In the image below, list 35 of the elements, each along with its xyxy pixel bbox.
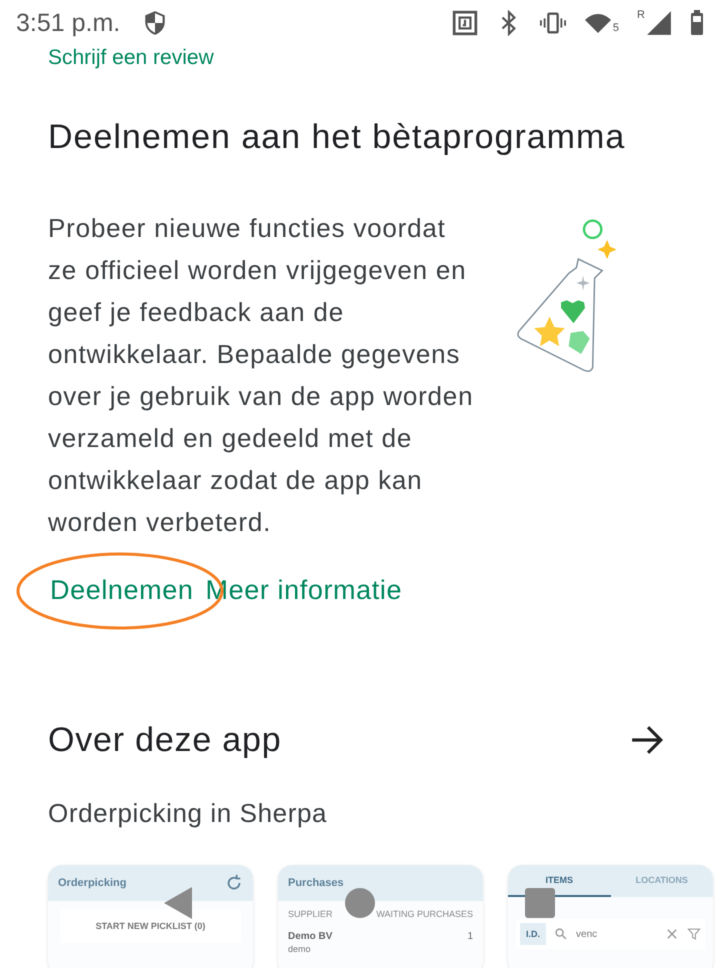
vibrate-icon: [540, 10, 566, 36]
app-screenshot[interactable]: Purchases SUPPLIER WAITING PURCHASES Demo BV 1 demo: [278, 865, 483, 968]
shield-icon: [144, 10, 166, 36]
supplier-code: demo: [287, 943, 312, 956]
write-review-link[interactable]: Schrijf een review: [48, 46, 672, 70]
clock: 3:51 p.m.: [16, 8, 120, 38]
signal-icon: [646, 10, 672, 36]
new-picklist-button: START NEW PICKLIST (0): [60, 909, 241, 943]
id-chip: I.D.: [520, 923, 546, 945]
search-icon: [554, 927, 568, 941]
tab-label: LOCATIONS: [634, 874, 689, 887]
battery-icon: [690, 10, 704, 36]
column-header: SUPPLIER: [288, 909, 333, 919]
wifi-icon: [584, 12, 612, 34]
back-button[interactable]: [163, 886, 193, 920]
section-title: Over deze app: [48, 720, 282, 760]
app-summary: Orderpicking in Sherpa: [48, 798, 328, 829]
section-title: Deelnemen aan het bètaprogramma: [48, 117, 626, 157]
filter-icon: [687, 927, 701, 941]
nfc-icon: [452, 10, 478, 36]
screen-title: Purchases: [288, 877, 344, 889]
refresh-icon: [225, 874, 243, 892]
wifi-band-label: 5: [612, 23, 620, 34]
roaming-label: R: [637, 10, 645, 21]
search-value: venc: [576, 928, 598, 940]
close-icon: [665, 927, 679, 941]
home-button[interactable]: [345, 888, 375, 918]
column-header: WAITING PURCHASES: [376, 909, 473, 919]
purchase-count: 1: [467, 931, 473, 942]
arrow-right-icon[interactable]: [630, 723, 664, 757]
beta-description: Probeer nieuwe functies voordat ze officieel worden vrijgegeven en geef je feedback aan de ontwikkelaar. Bepaalde gegevens over je gebruik van de app worden verzameld en gedeeld met de ontwikkelaar zodat de app kan worden verbeterd.: [48, 212, 474, 539]
app-screenshot[interactable]: ITEMS LOCATIONS I.D. venc: [508, 865, 713, 968]
app-screenshot[interactable]: Orderpicking START NEW PICKLIST (0): [48, 865, 253, 968]
screen-title: Orderpicking: [58, 877, 126, 889]
supplier-name: Demo BV: [288, 931, 332, 942]
